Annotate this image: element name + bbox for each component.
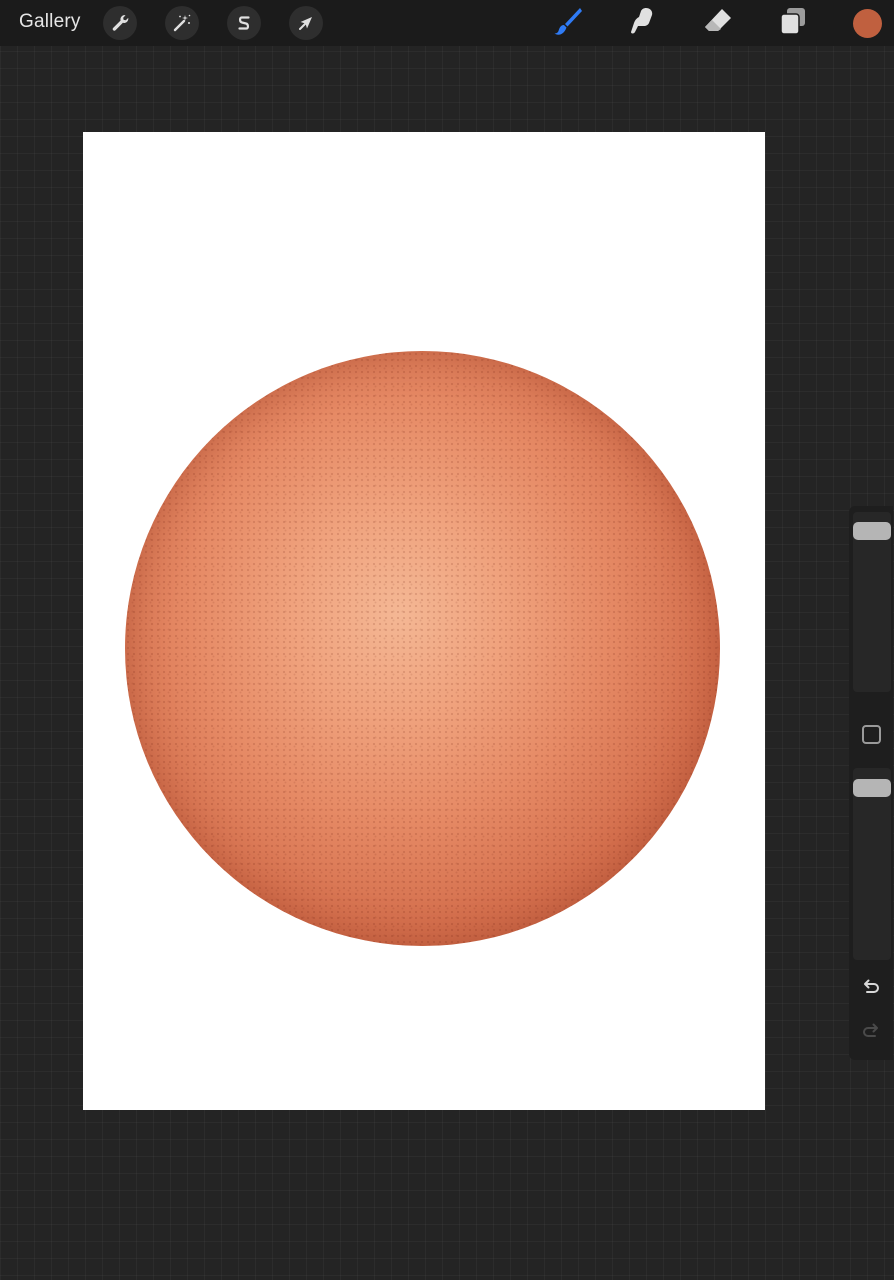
layers-button[interactable] bbox=[777, 7, 809, 39]
brush-size-slider-thumb[interactable] bbox=[853, 522, 891, 541]
actions-button[interactable] bbox=[103, 6, 137, 40]
selection-s-icon bbox=[234, 13, 254, 33]
eraser-tool-button[interactable] bbox=[702, 7, 734, 39]
brush-tool-button[interactable] bbox=[552, 7, 584, 39]
painted-sphere bbox=[125, 351, 720, 946]
brush-icon bbox=[552, 5, 584, 42]
drawing-canvas[interactable] bbox=[83, 132, 765, 1110]
adjustments-button[interactable] bbox=[165, 6, 199, 40]
procreate-app: Gallery bbox=[0, 0, 894, 1280]
brush-opacity-slider-thumb[interactable] bbox=[853, 778, 891, 797]
gallery-button[interactable]: Gallery bbox=[19, 11, 81, 33]
undo-icon bbox=[860, 975, 882, 1002]
eraser-icon bbox=[702, 5, 734, 42]
square-modify-icon[interactable] bbox=[862, 725, 881, 744]
redo-button[interactable] bbox=[859, 1020, 883, 1044]
undo-button[interactable] bbox=[859, 976, 883, 1000]
redo-icon bbox=[860, 1019, 882, 1046]
brush-opacity-slider[interactable] bbox=[853, 768, 891, 960]
brush-size-slider[interactable] bbox=[853, 512, 891, 692]
layers-icon bbox=[777, 5, 809, 42]
brush-sidebar bbox=[849, 506, 893, 1060]
transform-button[interactable] bbox=[289, 6, 323, 40]
sphere-rim-shadow bbox=[125, 351, 720, 946]
arrow-cursor-icon bbox=[296, 13, 316, 33]
selection-button[interactable] bbox=[227, 6, 261, 40]
color-picker-swatch[interactable] bbox=[853, 9, 882, 38]
top-toolbar: Gallery bbox=[0, 0, 894, 46]
magic-wand-icon bbox=[172, 13, 192, 33]
wrench-icon bbox=[110, 13, 130, 33]
smudge-finger-icon bbox=[626, 5, 658, 42]
smudge-tool-button[interactable] bbox=[626, 7, 658, 39]
